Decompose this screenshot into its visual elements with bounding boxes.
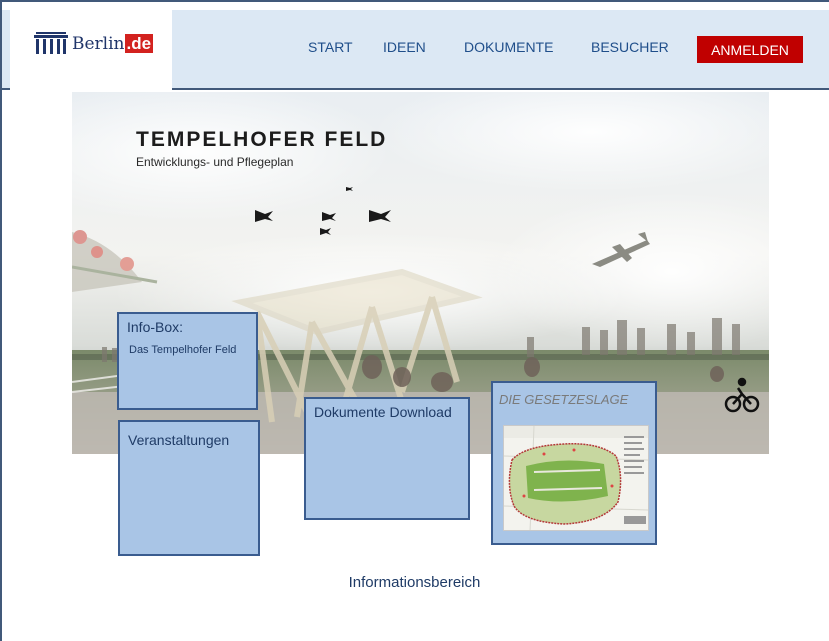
events-box-title: Veranstaltungen: [128, 432, 230, 448]
logo-box[interactable]: Berlin .de: [10, 10, 172, 90]
law-box-title: DIE GESETZESLAGE: [499, 392, 629, 407]
nav-ideen[interactable]: IDEEN: [383, 39, 426, 55]
info-area-label: Informationsbereich: [348, 574, 481, 591]
nav-start[interactable]: START: [308, 39, 353, 55]
map-illustration: [504, 426, 648, 530]
info-box-subtitle: Das Tempelhofer Feld: [129, 344, 237, 356]
header: Berlin .de START IDEEN DOKUMENTE BESUCHER…: [2, 10, 829, 90]
hero-title: TEMPELHOFER FELD: [136, 128, 388, 151]
login-button[interactable]: ANMELDEN: [697, 36, 803, 63]
nav-besucher[interactable]: BESUCHER: [591, 39, 669, 55]
info-box[interactable]: Info-Box: Das Tempelhofer Feld: [117, 312, 258, 410]
law-box[interactable]: DIE GESETZESLAGE: [491, 381, 657, 545]
logo-text: Berlin .de: [72, 34, 154, 54]
documents-download-box[interactable]: Dokumente Download: [304, 397, 470, 520]
info-box-title: Info-Box:: [127, 319, 184, 335]
documents-box-title: Dokumente Download: [314, 404, 452, 420]
brandenburg-gate-icon: [34, 32, 68, 54]
events-box[interactable]: Veranstaltungen: [118, 420, 260, 556]
logo-suffix: .de: [124, 34, 154, 53]
park-map-image[interactable]: [503, 425, 649, 531]
nav-dokumente[interactable]: DOKUMENTE: [464, 39, 553, 55]
hero-subtitle: Entwicklungs- und Pflegeplan: [136, 155, 294, 169]
berlin-logo[interactable]: Berlin .de: [34, 32, 154, 54]
